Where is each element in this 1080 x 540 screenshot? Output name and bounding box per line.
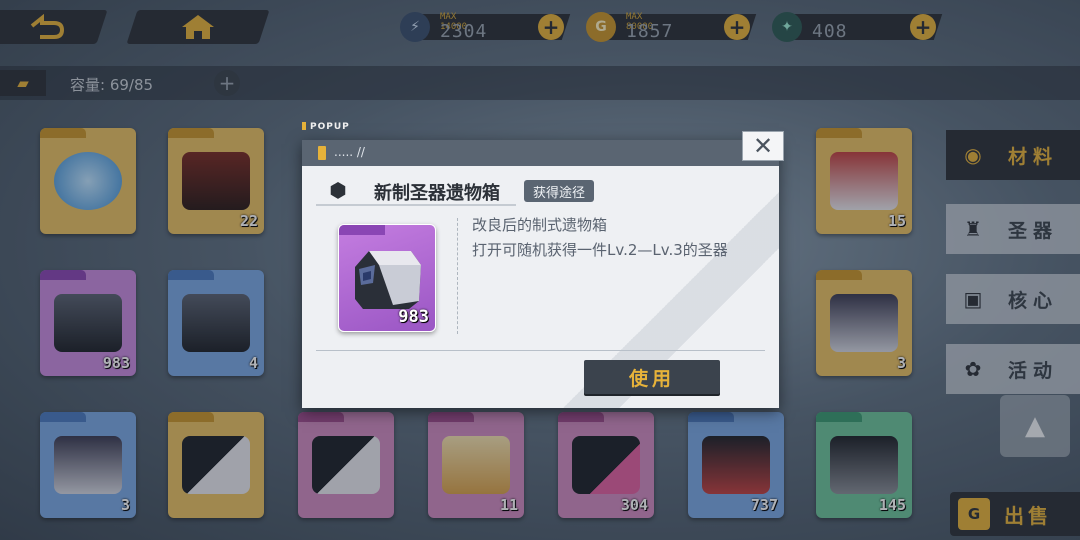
item-preview: 983 (338, 224, 436, 332)
popup-header: ..... // (302, 140, 779, 166)
hexagon-icon: ⬢ (329, 178, 347, 202)
popup-header-text: ..... // (334, 145, 365, 159)
title-underline (316, 204, 516, 206)
popup-tag: POPUP (302, 122, 350, 132)
item-description-line2: 打开可随机获得一件Lv.2—Lv.3的圣器 (472, 241, 728, 259)
horizontal-divider (316, 350, 765, 351)
close-icon[interactable]: ✕ (742, 131, 784, 161)
use-button[interactable]: 使用 (584, 360, 720, 394)
obtain-source-button[interactable]: 获得途径 (524, 180, 594, 202)
item-description-line1: 改良后的制式遗物箱 (472, 216, 608, 234)
item-preview-count: 983 (398, 307, 429, 327)
item-detail-popup: ..... // ⬢ 新制圣器遗物箱 获得途径 983 改良后的制式遗物箱 打开… (302, 140, 779, 408)
relic-box-icon (355, 251, 421, 309)
vertical-divider (457, 218, 458, 334)
item-title-row: ⬢ 新制圣器遗物箱 (316, 176, 516, 206)
header-marker-icon (318, 146, 326, 160)
item-name: 新制圣器遗物箱 (374, 183, 500, 204)
